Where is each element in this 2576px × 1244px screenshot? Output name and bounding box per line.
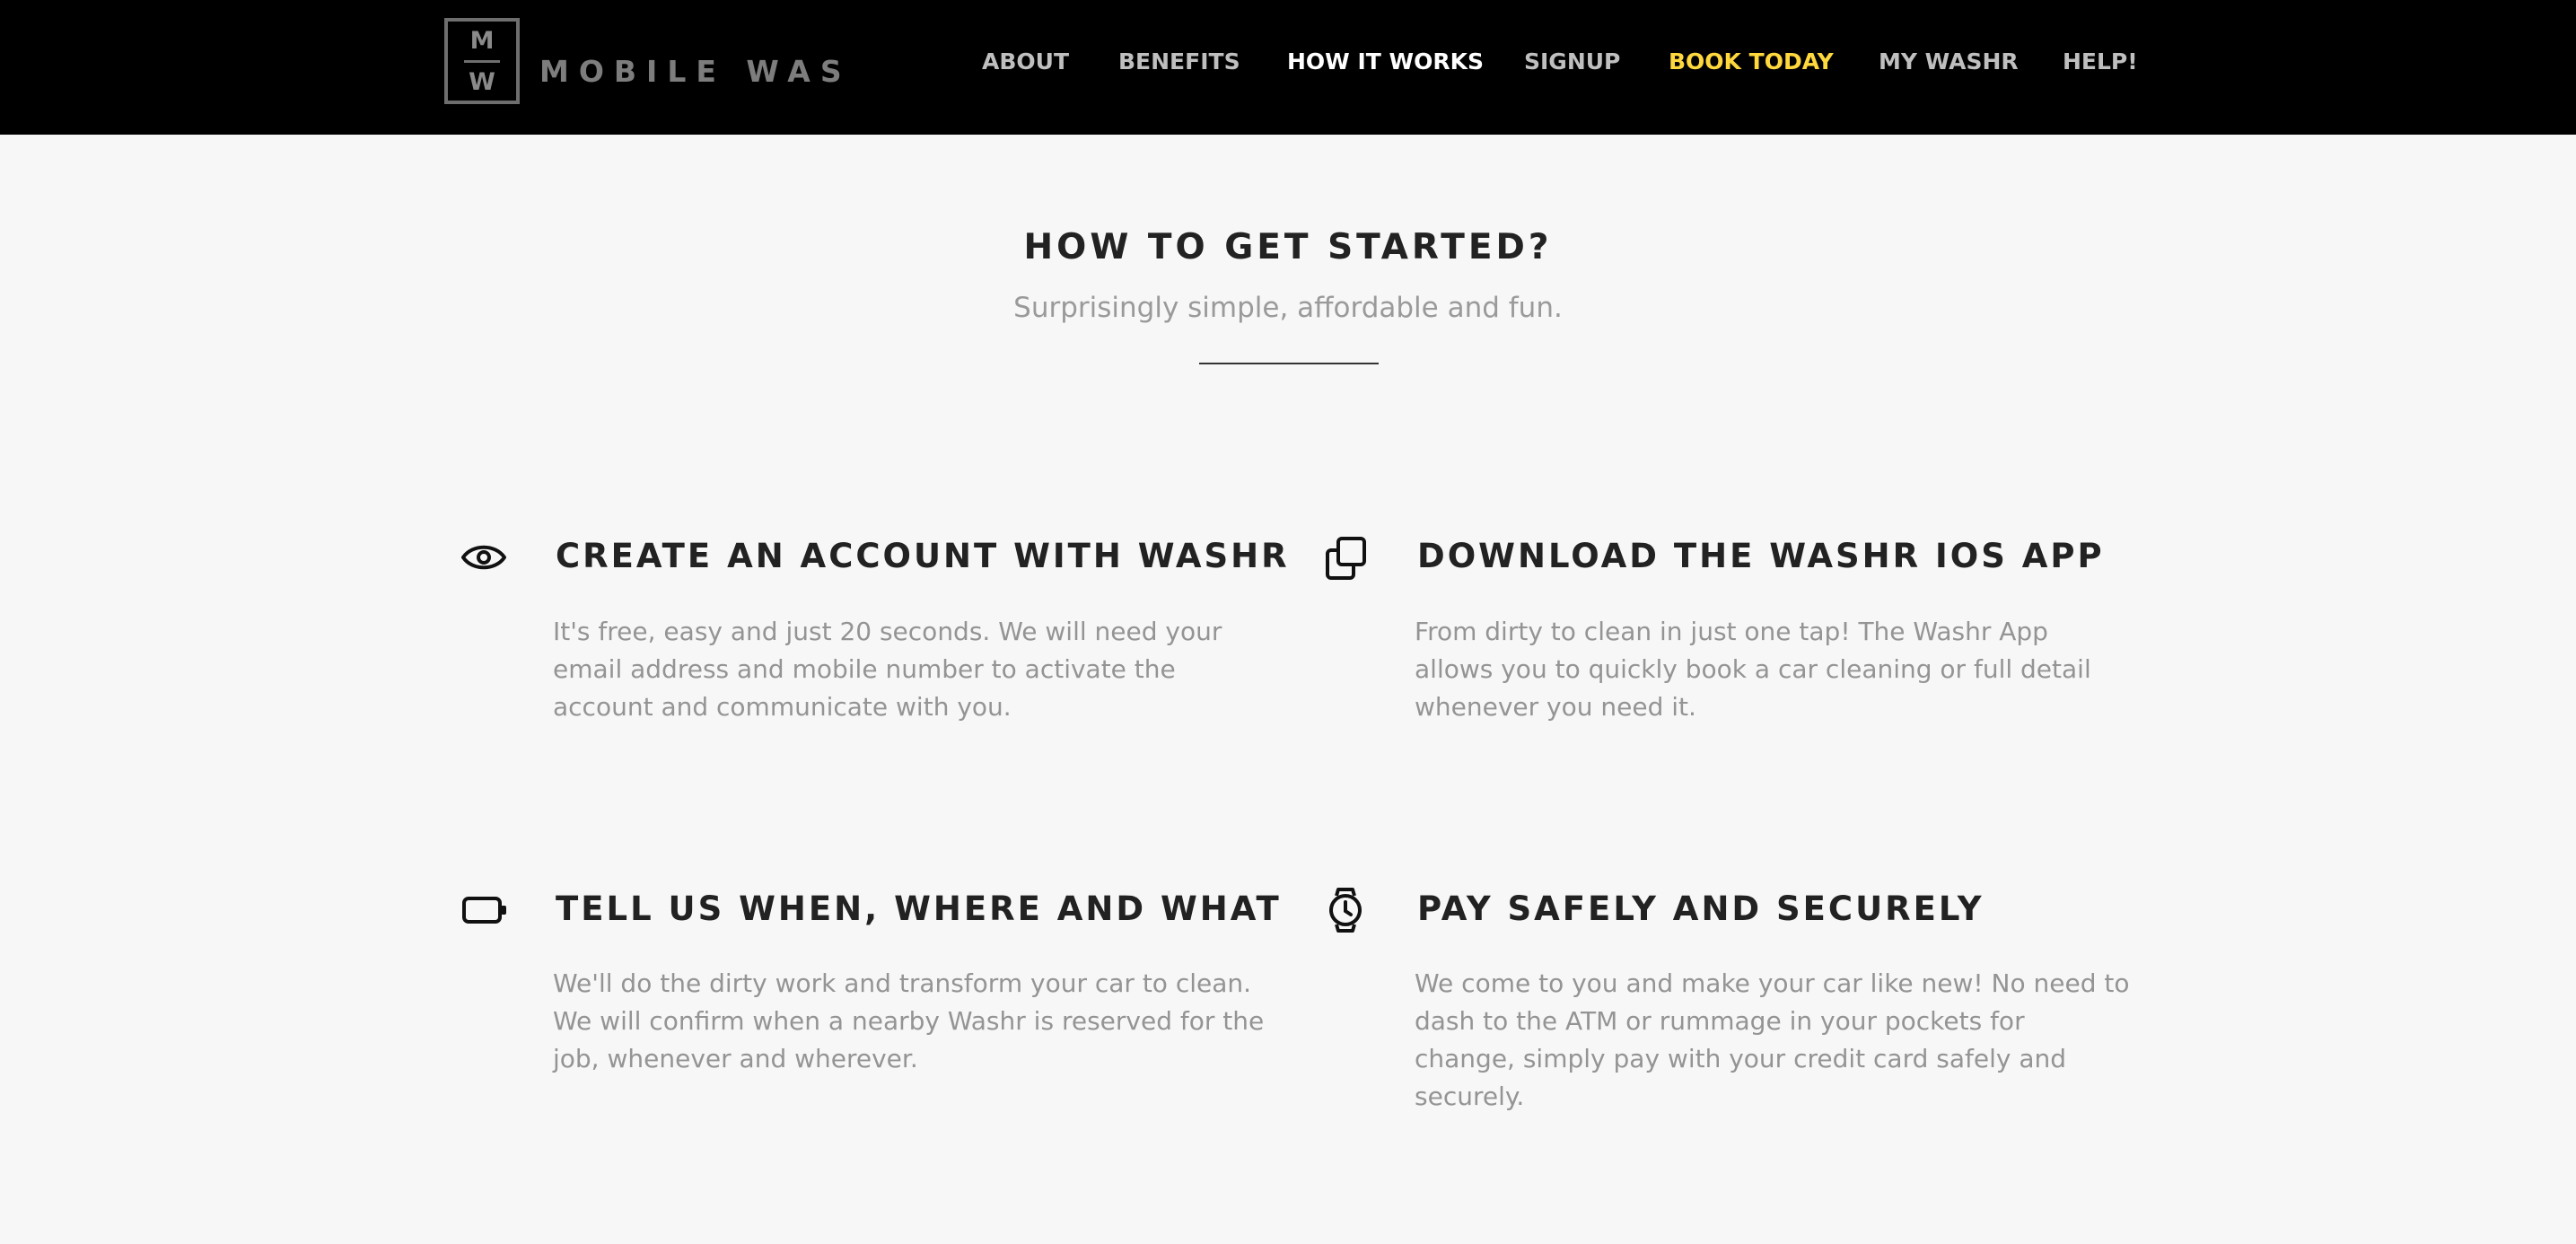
- logo-letter-top: M: [469, 26, 495, 55]
- copy-icon: [1326, 537, 1366, 580]
- feature-description: We'll do the dirty work and transform yo…: [553, 968, 1265, 1073]
- brand-name[interactable]: MOBILE WAS: [539, 54, 852, 89]
- section-subtitle: Surprisingly simple, affordable and fun.: [1013, 292, 1563, 324]
- nav-my-washr[interactable]: MY WASHR: [1879, 48, 2019, 74]
- feature-description: From dirty to clean in just one tap! The…: [1415, 617, 2091, 722]
- nav-signup[interactable]: SIGNUP: [1524, 48, 1620, 74]
- feature-description: We come to you and make your car like ne…: [1415, 968, 2130, 1111]
- logo-letter-bottom: W: [469, 67, 495, 96]
- nav-benefits[interactable]: BENEFITS: [1118, 48, 1240, 74]
- nav-book-today[interactable]: BOOK TODAY: [1669, 48, 1834, 74]
- feature-title: CREATE AN ACCOUNT WITH WASHR: [556, 537, 1290, 575]
- feature-description: It's free, easy and just 20 seconds. We …: [553, 617, 1222, 722]
- section-divider: [1199, 363, 1379, 364]
- feature-title: DOWNLOAD THE WASHR IOS APP: [1417, 537, 2105, 575]
- section-title: HOW TO GET STARTED?: [1023, 227, 1553, 267]
- top-navbar: M W MOBILE WAS ABOUT BENEFITS HOW IT WOR…: [0, 0, 2576, 135]
- nav-help[interactable]: HELP!: [2063, 48, 2138, 74]
- battery-icon: [462, 897, 506, 924]
- logo-divider: [464, 59, 500, 63]
- feature-title: PAY SAFELY AND SECURELY: [1417, 889, 1985, 928]
- feature-title: TELL US WHEN, WHERE AND WHAT: [556, 889, 1282, 928]
- nav-how-it-works[interactable]: HOW IT WORKS: [1287, 48, 1484, 74]
- eye-icon: [461, 545, 506, 570]
- brand-logo[interactable]: M W: [444, 18, 520, 104]
- watch-icon: [1329, 888, 1362, 933]
- nav-about[interactable]: ABOUT: [982, 48, 1069, 74]
